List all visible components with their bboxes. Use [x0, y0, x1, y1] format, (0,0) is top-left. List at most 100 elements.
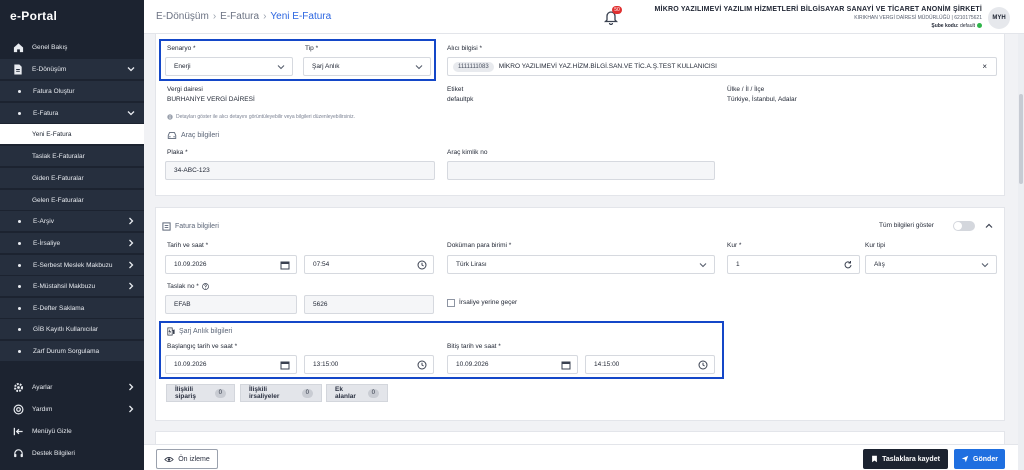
currency-label: Doküman para birimi *: [447, 242, 512, 249]
draft-no-label: Taslak no *: [167, 283, 209, 290]
draft-number-value: 5626: [313, 301, 328, 308]
calendar-icon: [280, 261, 290, 270]
sidebar: e-Portal Genel Bakış E-Dönüşüm Fatura Ol…: [0, 0, 144, 470]
chevron-down-icon: [699, 263, 707, 268]
tab-iliskili-irsaliyeler[interactable]: İlişkili irsaliyeler 0: [240, 384, 322, 402]
receiver-select[interactable]: 1111111083 MİKRO YAZILIMEVİ YAZ.HİZM.BİLG…: [447, 57, 997, 76]
preview-label: Ön izleme: [178, 455, 210, 463]
chevron-down-icon: [127, 67, 135, 72]
tab-label: Ek alanlar: [335, 386, 356, 400]
sidebar-item-label: E-Fatura: [33, 109, 59, 117]
invoice-time-input[interactable]: 07:54: [304, 255, 434, 274]
sidebar-item-label: Menüyü Gizle: [32, 427, 72, 435]
sidebar-item-e-irsaliye[interactable]: E-İrsaliye: [0, 233, 144, 253]
breadcrumb-item[interactable]: E-Dönüşüm: [156, 11, 209, 22]
receiver-tax-tag: 1111111083: [453, 62, 494, 72]
sidebar-item-e-fatura[interactable]: E-Fatura: [0, 103, 144, 123]
bullet-icon: [18, 306, 21, 310]
status-dot-icon: [977, 23, 982, 29]
breadcrumb-item[interactable]: E-Fatura: [220, 11, 259, 22]
sidebar-item-overview[interactable]: Genel Bakış: [0, 37, 144, 57]
sidebar-item-e-mustahsil-makbuzu[interactable]: E-Müstahsil Makbuzu: [0, 276, 144, 296]
sidebar-item-zarf-durum-sorgulama[interactable]: Zarf Durum Sorgulama: [0, 341, 144, 361]
rate-input[interactable]: 1: [727, 255, 860, 274]
plate-value: 34-ABC-123: [174, 167, 210, 174]
sidebar-item-menuyu-gizle[interactable]: Menüyü Gizle: [0, 421, 144, 441]
plate-input[interactable]: 34-ABC-123: [165, 161, 435, 180]
invoice-date-input[interactable]: 10.09.2026: [165, 255, 297, 274]
branch-value: default: [959, 23, 975, 29]
country-label: Ülke / İl / İlçe: [727, 86, 765, 93]
sidebar-item-gelen-e-faturalar[interactable]: Gelen E-Faturalar: [0, 190, 144, 210]
help-circle-icon[interactable]: [201, 283, 209, 290]
save-draft-button[interactable]: Taslaklara kaydet: [863, 449, 948, 469]
clock-icon: [417, 260, 427, 270]
chevron-up-icon[interactable]: [984, 221, 994, 231]
rate-type-select[interactable]: Alış: [865, 255, 997, 274]
dispatch-checkbox[interactable]: [447, 299, 455, 307]
company-info: MİKRO YAZILIMEVİ YAZILIM HİZMETLERİ BİLG…: [655, 6, 982, 29]
car-icon: [167, 132, 177, 139]
sidebar-item-gib-kayitli-kullanicilar[interactable]: GİB Kayıtlı Kullanıcılar: [0, 319, 144, 339]
etiket-value: defaultpk: [447, 96, 474, 103]
vehicle-id-input[interactable]: [447, 161, 715, 180]
sidebar-item-e-arsiv[interactable]: E-Arşiv: [0, 211, 144, 231]
draft-number-input[interactable]: 5626: [304, 295, 434, 314]
bottom-action-bar: Ön izleme Taslaklara kaydet Gönder: [144, 444, 1018, 470]
sidebar-item-giden-e-faturalar[interactable]: Giden E-Faturalar: [0, 168, 144, 188]
currency-select[interactable]: Türk Lirası: [447, 255, 715, 274]
bullet-icon: [18, 263, 21, 267]
tab-iliskili-siparis[interactable]: İlişkili sipariş 0: [166, 384, 235, 402]
chevron-right-icon: [129, 261, 134, 269]
info-icon: [167, 114, 173, 120]
sidebar-item-label: E-İrsaliye: [33, 239, 61, 247]
sidebar-item-ayarlar[interactable]: Ayarlar: [0, 377, 144, 397]
sidebar-item-taslak-e-faturalar[interactable]: Taslak E-Faturalar: [0, 146, 144, 166]
company-name: MİKRO YAZILIMEVİ YAZILIM HİZMETLERİ BİLG…: [654, 6, 982, 13]
avatar[interactable]: MYH: [988, 7, 1010, 29]
vehicle-id-label: Araç kimlik no: [447, 149, 488, 156]
sidebar-item-label: Genel Bakış: [32, 43, 68, 51]
sidebar-item-destek-bilgileri[interactable]: Destek Bilgileri: [0, 443, 144, 463]
scrollbar[interactable]: [1018, 34, 1024, 470]
breadcrumb-current: Yeni E-Fatura: [270, 11, 332, 22]
rate-label: Kur *: [727, 242, 742, 249]
sidebar-item-e-donusum[interactable]: E-Dönüşüm: [0, 59, 144, 79]
refresh-icon[interactable]: [843, 260, 853, 270]
draft-prefix-input[interactable]: EFAB: [165, 295, 297, 314]
sidebar-item-label: Zarf Durum Sorgulama: [33, 347, 100, 355]
chevron-right-icon: [129, 239, 134, 247]
sidebar-item-label: Taslak E-Faturalar: [32, 152, 85, 160]
breadcrumb: E-Dönüşüm › E-Fatura › Yeni E-Fatura: [156, 11, 331, 22]
tab-ek-alanlar[interactable]: Ek alanlar 0: [326, 384, 388, 402]
app-logo[interactable]: e-Portal: [10, 9, 57, 23]
invoice-section-title: Fatura bilgileri: [162, 222, 219, 231]
send-button[interactable]: Gönder: [954, 449, 1005, 469]
send-icon: [961, 455, 969, 463]
sidebar-item-yeni-e-fatura[interactable]: Yeni E-Fatura: [0, 124, 144, 144]
sidebar-item-yardim[interactable]: Yardım: [0, 399, 144, 419]
info-note-text: Detayları göster ile alıcı detayını görü…: [176, 114, 355, 120]
show-all-toggle[interactable]: [953, 221, 975, 231]
chevron-down-icon: [981, 263, 989, 268]
help-icon: [12, 403, 24, 415]
invoice-time-value: 07:54: [313, 261, 330, 268]
draft-no-label-text: Taslak no *: [167, 283, 199, 290]
tab-count-badge: 0: [301, 388, 313, 398]
rate-type-label: Kur tipi: [865, 242, 886, 249]
sidebar-item-label: Ayarlar: [32, 383, 53, 391]
sidebar-item-label: E-Defter Saklama: [33, 304, 85, 312]
gear-icon: [12, 381, 24, 393]
tab-count-badge: 0: [214, 388, 226, 398]
chevron-down-icon: [127, 111, 135, 116]
sidebar-item-fatura-olustur[interactable]: Fatura Oluştur: [0, 81, 144, 101]
receiver-label: Alıcı bilgisi *: [447, 45, 483, 52]
scrollbar-thumb[interactable]: [1019, 94, 1023, 184]
preview-button[interactable]: Ön izleme: [156, 449, 218, 469]
tab-label: İlişkili sipariş: [175, 386, 196, 400]
tab-count-badge: 0: [367, 388, 379, 398]
sidebar-item-e-defter-saklama[interactable]: E-Defter Saklama: [0, 298, 144, 318]
bullet-icon: [18, 89, 21, 93]
clear-icon[interactable]: ×: [982, 58, 987, 75]
sidebar-item-e-serbest-meslek-makbuzu[interactable]: E-Serbest Meslek Makbuzu: [0, 255, 144, 275]
